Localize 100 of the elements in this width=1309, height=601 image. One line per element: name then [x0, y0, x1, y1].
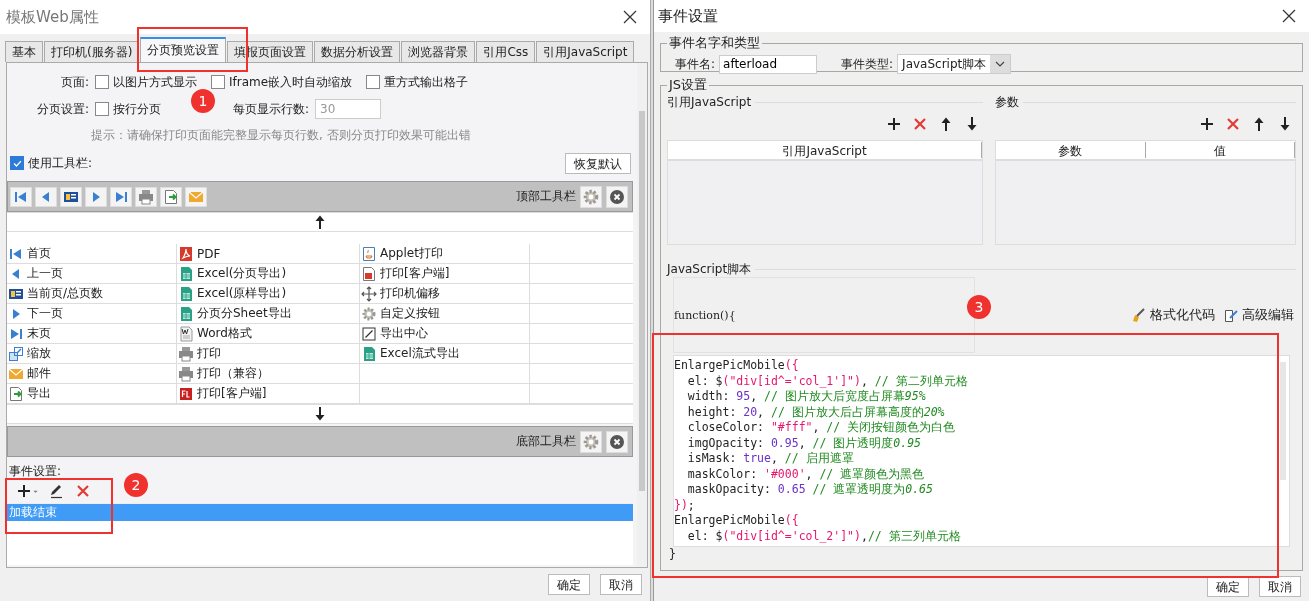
- code-line: function(){: [674, 308, 736, 322]
- close-icon: [609, 188, 625, 205]
- code-line: maskOpacity: 0.65 // 遮罩透明度为0.65: [686, 482, 934, 498]
- column-header[interactable]: 参数: [996, 142, 1146, 158]
- delete-icon: [75, 483, 91, 499]
- toolbar-option[interactable]: Word格式: [178, 325, 252, 342]
- toolbar-button[interactable]: [110, 186, 132, 207]
- tab[interactable]: 基本: [5, 41, 43, 62]
- toolbar-option[interactable]: 打印[客户端]: [178, 385, 267, 402]
- dialog-button[interactable]: 确定: [1207, 575, 1249, 597]
- edit-icon: [1223, 307, 1239, 324]
- scrollbar[interactable]: [637, 63, 647, 567]
- tab[interactable]: 数据分析设置: [314, 41, 401, 62]
- tab[interactable]: 浏览器背景: [401, 41, 476, 62]
- dialog-button[interactable]: 取消: [600, 574, 642, 595]
- field-label: 每页显示行数:: [233, 100, 310, 118]
- toolbar-button[interactable]: [60, 186, 82, 207]
- code-line: EnlargePicMobile({: [674, 513, 800, 529]
- code-editor[interactable]: [673, 355, 1290, 547]
- settings-button[interactable]: [580, 430, 602, 453]
- code-line: maskColor: '#000', // 遮罩颜色为黑色: [686, 466, 926, 483]
- toolbar-button[interactable]: [85, 186, 107, 207]
- tab[interactable]: 引用Css: [476, 41, 536, 62]
- advanced-edit-button[interactable]: 高级编辑: [1221, 306, 1296, 325]
- printer-icon: [138, 188, 154, 205]
- section-title: 参数: [995, 93, 1020, 111]
- toolbar-option[interactable]: 当前页/总页数: [8, 285, 104, 302]
- toolbar-option[interactable]: 导出: [8, 385, 51, 402]
- toolbar-option[interactable]: Excel(原样导出): [178, 285, 287, 302]
- toolbar-option[interactable]: 分页分Sheet导出: [178, 305, 292, 322]
- toolbar-option[interactable]: 打印机偏移: [361, 285, 440, 302]
- toolbar-option[interactable]: 首页: [8, 245, 51, 262]
- toolbar-option[interactable]: 导出中心: [361, 325, 428, 342]
- checkbox-label: 以图片方式显示: [113, 73, 197, 91]
- checkbox-label: 使用工具栏:: [28, 154, 93, 172]
- group-title: 事件名字和类型: [668, 34, 761, 52]
- code-line: isMask: true, // 启用遮罩: [686, 451, 855, 467]
- toolbar-option[interactable]: 缩放: [8, 345, 51, 362]
- code-line: }: [668, 546, 677, 562]
- export-icon: [163, 188, 179, 205]
- resize-icon: [8, 345, 24, 362]
- code-line: height: 20, // 图片放大后占屏幕高度的20%: [686, 404, 946, 421]
- toolbar-option[interactable]: 自定义按钮: [361, 305, 440, 322]
- section-label: 事件设置:: [8, 463, 63, 479]
- toolbar-option[interactable]: Excel(分页导出): [178, 265, 287, 282]
- toolbar-button[interactable]: [35, 186, 57, 207]
- toolbar-button[interactable]: [10, 186, 32, 207]
- toolbar-button[interactable]: [160, 186, 182, 207]
- toolbar-button[interactable]: [135, 186, 157, 207]
- checkbox[interactable]: [366, 75, 381, 89]
- remove-button[interactable]: [606, 430, 628, 453]
- brush-icon: [1131, 307, 1147, 324]
- pdf-document-icon: [361, 265, 377, 282]
- toolbar-option[interactable]: 末页: [8, 325, 51, 342]
- settings-button[interactable]: [580, 185, 602, 208]
- spreadsheet-icon: [361, 345, 377, 362]
- field-label: 页面:: [59, 73, 89, 91]
- export-center-icon: [361, 325, 377, 342]
- toolbar-option[interactable]: 打印（兼容）: [178, 365, 269, 382]
- toolbar-label: 底部工具栏: [516, 433, 576, 450]
- tab[interactable]: 分页预览设置: [140, 37, 227, 62]
- flash-icon: [178, 385, 194, 402]
- pdf-icon: [178, 245, 194, 262]
- gear-icon: [582, 432, 600, 451]
- checkbox[interactable]: [10, 156, 24, 170]
- checkbox[interactable]: [95, 75, 109, 89]
- toolbar-option[interactable]: 打印[客户端]: [361, 265, 450, 282]
- delete-icon: [1225, 116, 1241, 132]
- group-title: JS设置: [667, 76, 709, 94]
- remove-button[interactable]: [606, 185, 628, 208]
- toolbar-option[interactable]: 邮件: [8, 365, 51, 382]
- toolbar-option[interactable]: 上一页: [8, 265, 63, 282]
- field-label: 事件名:: [675, 55, 716, 73]
- restore-button[interactable]: 恢复默认: [565, 152, 631, 174]
- input-field[interactable]: afterload: [719, 54, 818, 74]
- window-title: 事件设置: [658, 6, 718, 26]
- gear-icon: [361, 305, 377, 322]
- document-icon: [178, 325, 194, 342]
- checkbox[interactable]: [95, 102, 109, 116]
- tab[interactable]: 打印机(服务器): [44, 41, 140, 62]
- code-line: imgOpacity: 0.95, // 图片透明度0.95: [686, 435, 922, 452]
- toolbar-option[interactable]: PDF: [178, 245, 221, 262]
- checkbox[interactable]: [211, 75, 225, 89]
- dropdown[interactable]: JavaScript脚本: [897, 54, 1012, 74]
- hint-text: 提示：请确保打印页面能完整显示每页行数, 否则分页打印效果可能出错: [90, 127, 472, 144]
- field-label: 分页设置:: [35, 100, 89, 118]
- toolbar-option[interactable]: Applet打印: [361, 245, 443, 262]
- column-header[interactable]: 值: [1145, 142, 1295, 158]
- code-line: });: [674, 497, 696, 514]
- dialog-button[interactable]: 取消: [1259, 575, 1301, 597]
- toolbar-option[interactable]: Excel流式导出: [361, 345, 460, 362]
- close-icon: [622, 9, 638, 25]
- toolbar-option[interactable]: 下一页: [8, 305, 63, 322]
- format-button[interactable]: 格式化代码: [1129, 306, 1217, 325]
- tab[interactable]: 引用JavaScript: [536, 41, 635, 62]
- printer-icon: [178, 365, 194, 382]
- code-line: EnlargePicMobile({: [674, 358, 800, 374]
- dialog-button[interactable]: 确定: [548, 574, 590, 595]
- toolbar-option[interactable]: 打印: [178, 345, 221, 362]
- spreadsheet-icon: [178, 285, 194, 302]
